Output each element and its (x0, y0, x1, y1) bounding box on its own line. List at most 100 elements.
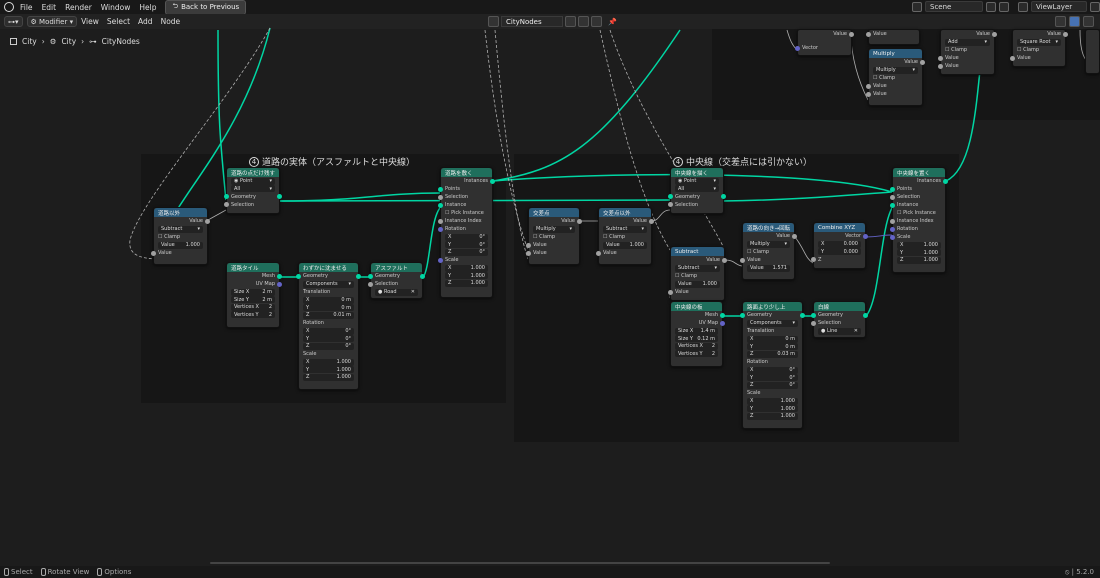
rotation-z-field[interactable]: Z 0° (747, 381, 798, 389)
node-top-multiply[interactable]: Multiply Value Multiply ▾ ☐ Clamp Value V… (866, 48, 925, 106)
socket-icon[interactable] (720, 312, 725, 318)
scale-y-field[interactable]: Y 1.000 (445, 272, 488, 279)
size-x-field[interactable]: Size X2 m (231, 288, 275, 296)
socket-icon[interactable] (277, 281, 282, 287)
mode-dropdown[interactable]: All ▾ (675, 185, 719, 192)
rotation-x-field[interactable]: X 0° (747, 366, 798, 374)
socket-icon[interactable] (811, 320, 816, 326)
rotation-y-field[interactable]: Y 0° (303, 335, 354, 342)
socket-icon[interactable] (890, 234, 895, 240)
vertices-x-field[interactable]: Vertices X2 (675, 342, 718, 350)
node-non-intersection[interactable]: 交差点以外 Value Subtract ▾ ☐ Clamp Value 1.000… (596, 207, 654, 265)
rotation-z-field[interactable]: Z 0° (303, 342, 354, 350)
translation-y-field[interactable]: Y0 m (303, 304, 354, 311)
horizontal-scrollbar[interactable] (210, 562, 830, 564)
node-header[interactable]: 道路を敷く (441, 168, 492, 177)
scale-z-field[interactable]: Z 1.000 (747, 412, 798, 420)
operation-dropdown[interactable]: Subtract ▾ (158, 225, 203, 233)
clamp-checkbox[interactable]: ☐ Clamp (1013, 46, 1065, 54)
socket-icon[interactable] (811, 312, 816, 318)
node-lower-slightly[interactable]: わずかに沈ませる Geometry Components ▾ Translatio… (296, 262, 361, 390)
socket-icon[interactable] (277, 194, 282, 199)
node-road-tile[interactable]: 道路タイル Mesh UV Map Size X2 m Size Y2 m Ve… (226, 262, 282, 328)
vertices-x-field[interactable]: Vertices X2 (231, 303, 275, 311)
socket-icon[interactable] (943, 178, 948, 184)
value-field[interactable]: Value 1.000 (603, 241, 647, 249)
y-field[interactable]: Y 0.000 (818, 248, 861, 255)
node-center-plane[interactable]: 中央線の板 Mesh UV Map Size X 1.4 m Size Y 0.12… (670, 301, 725, 367)
rotation-y-field[interactable]: Y 0° (747, 374, 798, 381)
scale-y-field[interactable]: Y 1.000 (897, 249, 941, 256)
vertices-y-field[interactable]: Vertices Y2 (231, 311, 275, 318)
mode-dropdown[interactable]: Components ▾ (747, 319, 798, 327)
node-white-line[interactable]: 白線 Geometry Selection ● Line ✕ (811, 301, 868, 338)
socket-icon[interactable] (205, 218, 210, 224)
socket-icon[interactable] (438, 186, 443, 192)
node-top-sqrt[interactable]: Value Square Root ▾ ☐ Clamp Value (1010, 29, 1068, 67)
size-y-field[interactable]: Size Y2 m (231, 296, 275, 303)
node-combine-xyz[interactable]: Combine XYZ Vector X 0.000 Y 0.000 Z (811, 222, 868, 269)
socket-icon[interactable] (224, 202, 229, 207)
clamp-checkbox[interactable]: ☐ Clamp (154, 233, 207, 241)
socket-icon[interactable] (526, 250, 531, 256)
socket-icon[interactable] (740, 257, 745, 263)
clamp-checkbox[interactable]: ☐ Clamp (671, 272, 724, 280)
node-subtract[interactable]: Subtract Value Subtract ▾ ☐ Clamp Value 1.… (668, 246, 727, 301)
socket-icon[interactable] (438, 202, 443, 208)
clamp-checkbox[interactable]: ☐ Clamp (743, 248, 794, 256)
clamp-checkbox[interactable]: ☐ Clamp (529, 233, 579, 241)
value-field[interactable]: Value 1.000 (158, 241, 203, 249)
node-intersection[interactable]: 交差点 Value Multiply ▾ ☐ Clamp Value Value (526, 207, 582, 265)
rotation-x-field[interactable]: X 0° (445, 233, 488, 241)
socket-icon[interactable] (795, 45, 800, 51)
socket-icon[interactable] (800, 312, 805, 318)
node-header[interactable]: 道路の向き→回転 (743, 223, 794, 232)
socket-icon[interactable] (938, 63, 943, 69)
socket-icon[interactable] (356, 273, 361, 279)
socket-icon[interactable] (420, 273, 425, 279)
socket-icon[interactable] (792, 233, 797, 239)
socket-icon[interactable] (577, 218, 582, 224)
node-header[interactable]: Combine XYZ (814, 223, 865, 232)
operation-dropdown[interactable]: Subtract ▾ (603, 225, 647, 233)
node-header[interactable]: 中央線を置く (893, 168, 945, 177)
node-header[interactable]: Subtract (671, 247, 724, 256)
socket-icon[interactable] (368, 281, 373, 287)
size-y-field[interactable]: Size Y 0.12 m (675, 335, 718, 342)
socket-icon[interactable] (890, 226, 895, 232)
socket-icon[interactable] (438, 194, 443, 200)
node-header[interactable]: 白線 (814, 302, 865, 311)
domain-dropdown[interactable]: ◉ Point ▾ (675, 177, 719, 185)
vertices-y-field[interactable]: Vertices Y2 (675, 350, 718, 357)
socket-icon[interactable] (992, 31, 997, 37)
node-instance-center[interactable]: 中央線を置く Instances Points Selection Instan… (890, 167, 948, 273)
socket-icon[interactable] (849, 31, 854, 37)
socket-icon[interactable] (890, 194, 895, 200)
node-header[interactable]: 中央線を描く (671, 168, 723, 177)
node-direction-rotation[interactable]: 道路の向き→回転 Value Multiply ▾ ☐ Clamp Value V… (740, 222, 797, 280)
socket-icon[interactable] (863, 312, 868, 318)
pick-instance-checkbox[interactable]: ☐ Pick Instance (441, 209, 492, 217)
mode-dropdown[interactable]: All ▾ (231, 185, 275, 192)
operation-dropdown[interactable]: Subtract ▾ (675, 264, 720, 272)
socket-icon[interactable] (920, 59, 925, 65)
node-header[interactable]: Multiply (869, 49, 922, 58)
socket-icon[interactable] (890, 218, 895, 224)
node-header[interactable]: わずかに沈ませる (299, 263, 358, 272)
socket-icon[interactable] (596, 250, 601, 256)
socket-icon[interactable] (668, 289, 673, 295)
node-asphalt[interactable]: アスファルト Geometry Selection ● Road ✕ (368, 262, 425, 299)
socket-icon[interactable] (890, 186, 895, 192)
translation-x-field[interactable]: X0 m (303, 296, 354, 304)
operation-dropdown[interactable]: Add ▾ (945, 38, 990, 46)
translation-x-field[interactable]: X0 m (747, 335, 798, 343)
node-header[interactable]: 道路以外 (154, 208, 207, 217)
socket-icon[interactable] (938, 55, 943, 61)
x-field[interactable]: X 0.000 (818, 240, 861, 248)
socket-icon[interactable] (668, 202, 673, 207)
socket-icon[interactable] (668, 194, 673, 199)
node-header[interactable]: 交差点 (529, 208, 579, 217)
node-center-points[interactable]: 中央線を描く ◉ Point ▾ All ▾ Geometry Selection (668, 167, 726, 214)
socket-icon[interactable] (224, 194, 229, 199)
scale-y-field[interactable]: Y 1.000 (303, 366, 354, 373)
